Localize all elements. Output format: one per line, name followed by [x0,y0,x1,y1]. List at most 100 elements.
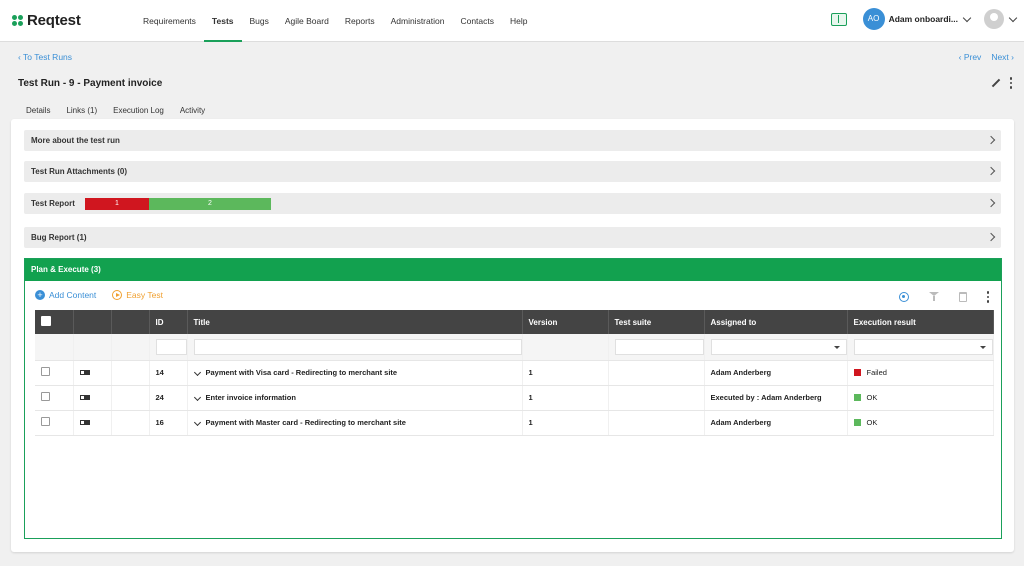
select-all-checkbox[interactable] [41,316,51,326]
chevron-down-icon[interactable] [962,13,972,22]
status-square-icon [853,394,861,401]
filter-icon[interactable] [928,292,939,302]
id-filter-input[interactable] [155,338,187,355]
row-test-suite [608,385,705,411]
row-title-cell[interactable]: Enter invoice information [187,385,523,411]
easy-test-label: Easy Test [126,290,163,300]
empty-cell [111,385,150,411]
edit-pencil-icon[interactable] [990,78,1000,88]
next-link[interactable]: Next › [991,52,1014,62]
header-cell [73,310,112,334]
row-version: 1 [522,385,609,411]
user-avatar[interactable]: AO [862,8,885,30]
row-execution-result[interactable]: OK [847,410,994,436]
table-row[interactable]: 14 Payment with Visa card - Redirecting t… [35,360,994,386]
row-test-suite [608,360,705,386]
section-label: Test Report [31,199,75,208]
add-content-label: Add Content [49,290,97,300]
assigned-to-filter-select[interactable] [710,338,847,355]
nav-item-reports[interactable]: Reports [337,0,383,42]
nav-item-requirements[interactable]: Requirements [135,0,204,42]
user-name[interactable]: Adam onboardi... [889,14,958,24]
row-type-icon[interactable] [79,395,90,400]
row-assigned-to: Executed by : Adam Anderberg [704,385,848,411]
row-checkbox[interactable] [41,392,50,401]
test-suite-filter-input[interactable] [614,338,704,355]
row-title-cell[interactable]: Payment with Visa card - Redirecting to … [187,360,523,386]
filter-row [35,334,994,361]
add-content-button[interactable]: + Add Content [35,290,96,300]
row-version: 1 [522,410,609,436]
row-id: 16 [149,410,188,436]
nav-item-help[interactable]: Help [502,0,535,42]
column-header-assigned-to[interactable]: Assigned to [704,310,848,334]
profile-avatar-icon[interactable] [984,9,1004,29]
chevron-right-icon [986,232,996,242]
row-id: 14 [149,360,188,386]
column-header-execution-result[interactable]: Execution result [847,310,994,334]
target-icon[interactable] [898,291,909,302]
column-header-id[interactable]: ID [149,310,188,334]
nav-item-agile-board[interactable]: Agile Board [277,0,337,42]
test-report-section[interactable]: Test Report 1 2 [24,193,1001,214]
select-all-cell [35,310,74,334]
plan-execute-panel: Plan & Execute (3) + Add Content Easy Te… [24,258,1002,539]
app-logo[interactable]: Reqtest [12,12,81,29]
chevron-down-icon[interactable] [193,368,201,377]
nav-item-tests[interactable]: Tests [203,0,242,42]
row-title-cell[interactable]: Payment with Master card - Redirecting t… [187,410,523,436]
table-header-row: ID Title Version Test suite Assigned to … [35,310,994,334]
ok-count-bar: 2 [149,198,271,210]
row-execution-result[interactable]: Failed [847,360,994,386]
page-title: Test Run - 9 - Payment invoice [18,78,163,89]
more-about-section[interactable]: More about the test run [24,130,1001,151]
status-square-icon [853,369,861,376]
row-title[interactable]: Payment with Master card - Redirecting t… [206,418,406,427]
title-filter-input[interactable] [193,338,522,355]
column-header-test-suite[interactable]: Test suite [608,310,705,334]
table-row[interactable]: 16 Payment with Master card - Redirecting… [35,410,994,436]
empty-cell [111,410,150,436]
back-to-test-runs-link[interactable]: ‹ To Test Runs [18,52,72,62]
attachments-section[interactable]: Test Run Attachments (0) [24,161,1001,182]
row-type-icon[interactable] [79,420,90,425]
row-test-suite [608,410,705,436]
bug-report-section[interactable]: Bug Report (1) [24,227,1001,248]
execution-result-filter-select[interactable] [853,338,993,355]
header-cell [111,310,150,334]
next-label: Next [991,52,1009,62]
chevron-right-icon [986,166,996,176]
chevron-down-icon[interactable] [193,418,201,427]
table-row[interactable]: 24 Enter invoice information 1 Executed by … [35,385,994,411]
nav-item-bugs[interactable]: Bugs [242,0,277,42]
chevron-down-icon[interactable] [1008,13,1018,22]
row-execution-result[interactable]: OK [847,385,994,411]
logo-icon [12,15,23,26]
top-navigation: Reqtest Requirements Tests Bugs Agile Board… [0,0,1024,42]
back-link-label: To Test Runs [23,52,73,62]
chevron-right-icon [986,135,996,145]
row-title[interactable]: Payment with Visa card - Redirecting to … [206,368,398,377]
row-checkbox[interactable] [41,367,50,376]
row-type-icon[interactable] [79,370,90,375]
easy-test-button[interactable]: Easy Test [112,290,163,300]
app-name: Reqtest [27,12,81,29]
plan-execute-header[interactable]: Plan & Execute (3) [25,259,1001,281]
row-checkbox[interactable] [41,417,50,426]
column-header-version[interactable]: Version [522,310,609,334]
column-header-title[interactable]: Title [187,310,523,334]
more-options-icon[interactable] [986,291,989,303]
more-options-icon[interactable] [1009,77,1012,89]
trash-icon[interactable] [958,291,967,302]
row-title[interactable]: Enter invoice information [206,393,296,402]
row-version: 1 [522,360,609,386]
chevron-down-icon[interactable] [193,393,201,402]
row-assigned-to: Adam Anderberg [704,360,848,386]
row-id: 24 [149,385,188,411]
book-icon[interactable] [830,12,847,26]
nav-item-administration[interactable]: Administration [383,0,453,42]
prev-link[interactable]: ‹ Prev [959,52,982,62]
plus-circle-icon: + [35,290,45,300]
failed-count-bar: 1 [85,198,149,210]
nav-item-contacts[interactable]: Contacts [452,0,502,42]
